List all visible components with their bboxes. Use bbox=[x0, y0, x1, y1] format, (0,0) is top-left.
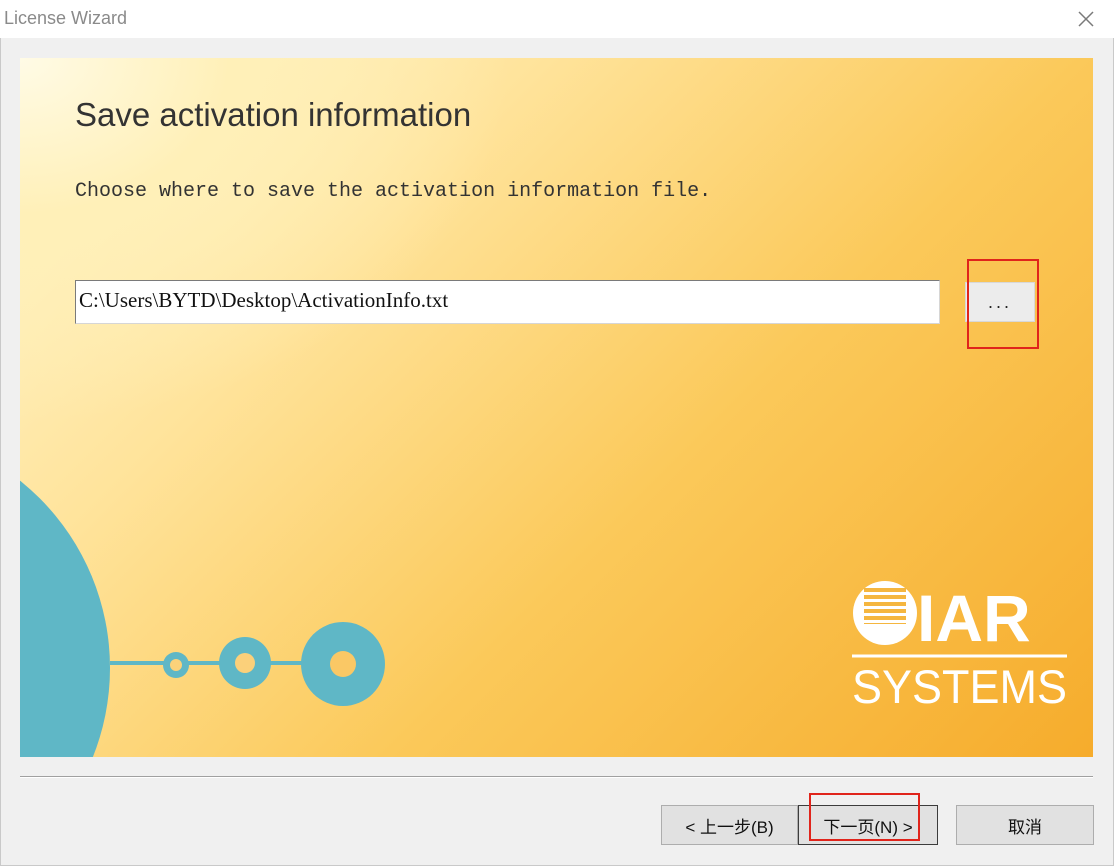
close-button[interactable] bbox=[1066, 4, 1106, 34]
logo-text-iar: IAR bbox=[917, 581, 1031, 655]
window-title: License Wizard bbox=[4, 8, 128, 28]
close-icon bbox=[1078, 11, 1094, 27]
decorative-artwork: IAR SYSTEMS bbox=[20, 480, 1067, 757]
back-button[interactable]: < 上一步(B) bbox=[661, 805, 798, 845]
instruction-text: Choose where to save the activation info… bbox=[75, 180, 712, 203]
wizard-panel: IAR SYSTEMS Save activation information … bbox=[20, 58, 1093, 757]
logo-text-systems: SYSTEMS bbox=[852, 660, 1067, 713]
next-button[interactable]: 下一页(N) > bbox=[798, 805, 938, 845]
large-disc-graphic bbox=[20, 480, 110, 757]
cancel-button[interactable]: 取消 bbox=[956, 805, 1094, 845]
browse-button[interactable]: ... bbox=[965, 282, 1035, 322]
save-path-value: C:\Users\BYTD\Desktop\ActivationInfo.txt bbox=[79, 288, 449, 312]
title-bar: License Wizard bbox=[0, 0, 1114, 38]
iar-logo: IAR SYSTEMS bbox=[852, 581, 1067, 713]
page-title: Save activation information bbox=[75, 96, 472, 133]
save-path-field[interactable]: C:\Users\BYTD\Desktop\ActivationInfo.txt bbox=[75, 280, 940, 324]
footer-divider bbox=[20, 776, 1093, 778]
